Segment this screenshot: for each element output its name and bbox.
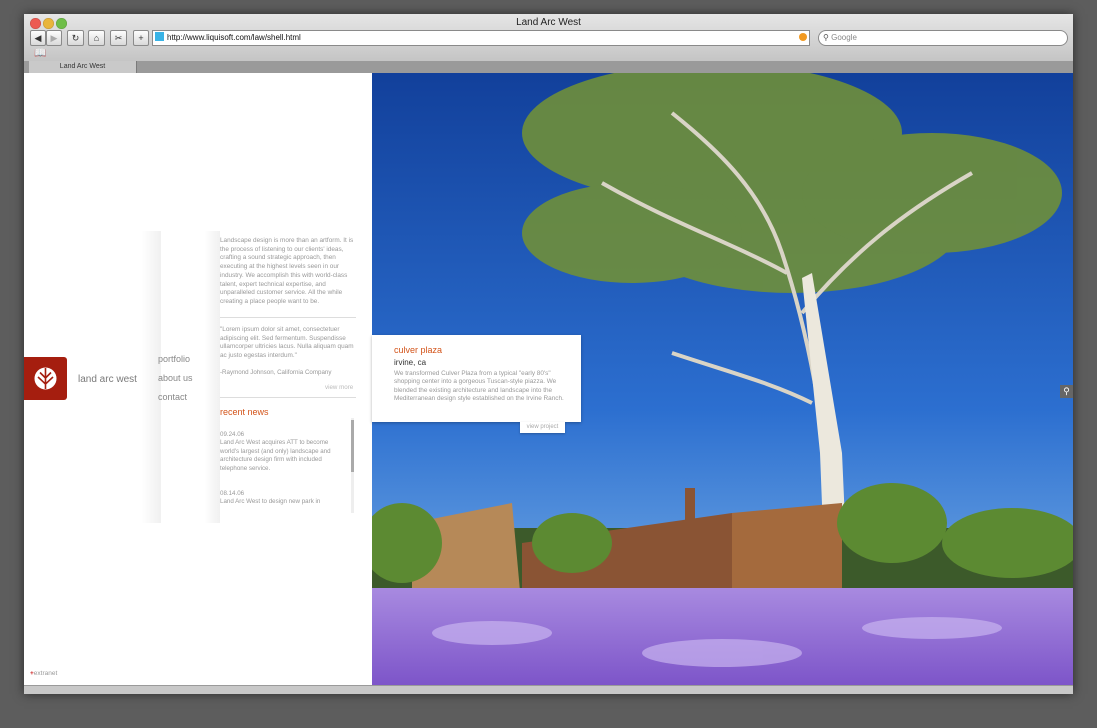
extranet-link[interactable]: +extranet	[30, 670, 57, 677]
project-location: irvine, ca	[394, 358, 427, 367]
bookmarks-book-icon[interactable]: 📖	[34, 49, 46, 59]
url-text: http://www.liquisoft.com/law/shell.html	[167, 33, 301, 42]
project-card: culver plaza irvine, ca We transformed C…	[372, 335, 581, 422]
left-panel: land arc west portfolio about us contact…	[24, 73, 372, 685]
testimonial-quote: "Lorem ipsum dolor sit amet, consectetue…	[220, 326, 354, 360]
news-item[interactable]: 08.14.06 Land Arc West to design new par…	[220, 490, 346, 507]
address-bar[interactable]: http://www.liquisoft.com/law/shell.html	[152, 30, 810, 46]
browser-window: Land Arc West ◀ ▶ ↻ ⌂ ✂ + http://www.liq…	[24, 14, 1073, 694]
news-item[interactable]: 09.24.06 Land Arc West acquires ATT to b…	[220, 431, 346, 473]
back-arrow-icon: ◀	[34, 33, 42, 43]
news-scroll-thumb[interactable]	[351, 420, 354, 472]
project-title: culver plaza	[394, 345, 443, 355]
view-project-button[interactable]: view project	[520, 422, 565, 433]
home-button[interactable]: ⌂	[88, 30, 105, 46]
news-heading: recent news	[220, 407, 269, 417]
magnifier-icon: ⚲	[823, 33, 829, 42]
testimonial-author: -Raymond Johnson, California Company	[220, 369, 332, 376]
news-date: 08.14.06	[220, 490, 245, 497]
news-text: Land Arc West to design new park in	[220, 498, 321, 506]
nav-contact[interactable]: contact	[158, 392, 187, 402]
news-date: 09.24.06	[220, 431, 245, 438]
status-bar	[24, 685, 1073, 694]
plus-icon: +	[138, 33, 144, 43]
column-divider	[204, 231, 220, 523]
forward-button[interactable]: ▶	[46, 30, 62, 46]
nav-portfolio[interactable]: portfolio	[158, 354, 190, 364]
reload-button[interactable]: ↻	[67, 30, 84, 46]
brand-name[interactable]: land arc west	[78, 374, 137, 385]
window-title: Land Arc West	[516, 17, 581, 28]
scissors-icon: ✂	[114, 33, 123, 43]
divider	[220, 397, 356, 398]
browser-toolbar: Land Arc West ◀ ▶ ↻ ⌂ ✂ + http://www.liq…	[24, 14, 1073, 63]
search-placeholder: Google	[831, 33, 857, 42]
search-field[interactable]: ⚲ Google	[818, 30, 1068, 46]
home-icon: ⌂	[93, 33, 100, 43]
magnify-icon[interactable]: ⚲	[1060, 385, 1073, 398]
tab-bar: Land Arc West	[24, 61, 1073, 73]
project-description: We transformed Culver Plaza from a typic…	[394, 370, 564, 403]
logo[interactable]	[24, 357, 67, 400]
reload-icon: ↻	[71, 33, 80, 43]
favicon-icon	[155, 32, 164, 41]
rss-icon[interactable]	[799, 33, 807, 41]
back-button[interactable]: ◀	[30, 30, 46, 46]
view-more-link[interactable]: view more	[325, 384, 353, 391]
intro-text: Landscape design is more than an artform…	[220, 237, 354, 305]
add-bookmark-button[interactable]: +	[133, 30, 149, 46]
extranet-label: extranet	[33, 670, 58, 677]
divider	[220, 317, 356, 318]
news-text: Land Arc West acquires ATT to become wor…	[220, 439, 331, 472]
nav-about-us[interactable]: about us	[158, 373, 193, 383]
leaf-logo-icon	[34, 367, 57, 390]
page-content: land arc west portfolio about us contact…	[24, 73, 1073, 685]
forward-arrow-icon: ▶	[50, 33, 58, 43]
tab-land-arc-west[interactable]: Land Arc West	[29, 61, 137, 73]
snapback-button[interactable]: ✂	[110, 30, 127, 46]
